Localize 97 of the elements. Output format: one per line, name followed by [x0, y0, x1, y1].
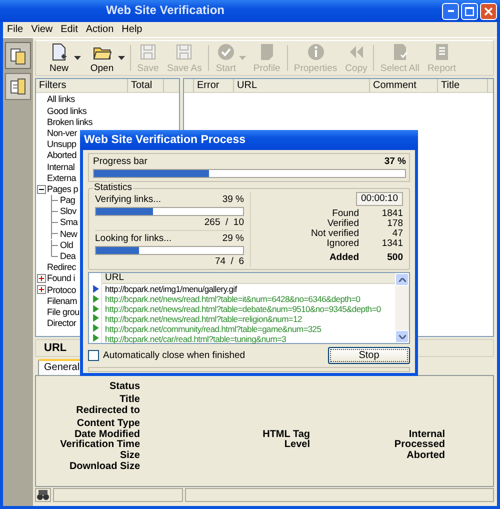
tree-item[interactable]: Filenam	[47, 296, 77, 306]
tree-item[interactable]: Good links	[47, 106, 87, 116]
group-title: Statistics	[93, 183, 134, 193]
menu-item[interactable]: View	[31, 24, 53, 36]
maximize-icon	[465, 6, 474, 16]
tree-item[interactable]: Redirec	[47, 262, 76, 273]
field-label: HTML Tag	[262, 430, 310, 440]
caret-icon[interactable]	[118, 56, 125, 60]
toolbar-button[interactable]: New	[42, 41, 76, 75]
field-label: Download Size	[68, 462, 140, 472]
scrollbar[interactable]	[395, 273, 409, 343]
field-label: Verification Time	[59, 440, 140, 450]
tree-item[interactable]: Protoco	[47, 284, 76, 295]
counter-value: 500	[386, 253, 403, 263]
tree-item[interactable]: Found i	[47, 273, 75, 284]
progress-percent: 37 %	[384, 157, 406, 167]
url-row[interactable]: http://bcpark.net/community/read.html?table=game&num=325	[102, 324, 395, 334]
tree-item[interactable]: Broken links	[47, 116, 92, 128]
stop-button[interactable]: Stop	[328, 347, 410, 364]
field-label: Content Type	[76, 419, 140, 430]
tree-item[interactable]: Old	[60, 240, 74, 250]
maximize-button[interactable]	[461, 2, 478, 20]
tree-item[interactable]: Pag	[60, 195, 76, 206]
tree-item[interactable]: Internal	[47, 162, 75, 172]
expand-icon[interactable]	[37, 274, 46, 284]
counter-value: 178	[386, 219, 403, 229]
tree-item[interactable]: Non-ver	[47, 128, 77, 138]
tree-item[interactable]: Sma	[60, 217, 78, 228]
tree-item[interactable]: Director	[47, 318, 76, 329]
counter-label: Added	[329, 253, 359, 263]
tree-item[interactable]: New	[60, 228, 78, 240]
field-label: Processed	[393, 440, 445, 450]
column-header[interactable]: Error	[194, 79, 234, 92]
url-row[interactable]: http://bcpark.net/news/read.html?table=debate&num=9510&no=9345&depth=0	[102, 304, 395, 314]
pages-icon	[9, 46, 27, 64]
tree-item[interactable]: Slov	[60, 206, 76, 217]
counter-label: Found	[332, 209, 359, 219]
tree-item[interactable]: Unsupp	[47, 139, 76, 150]
tree-item[interactable]: Pages p	[47, 184, 78, 194]
column-header[interactable]: Filters	[36, 79, 128, 92]
sidebar-button[interactable]	[5, 42, 31, 69]
tree-item[interactable]: Aborted	[47, 150, 76, 161]
elapsed-time: 00:00:10	[356, 192, 403, 206]
task-label: Verifying links...	[95, 195, 161, 205]
field-label: Level	[283, 440, 310, 452]
column-header[interactable]: URL	[234, 79, 370, 92]
tree-item[interactable]: All links	[47, 94, 75, 105]
url-row[interactable]: http://bcpark.net/news/read.html?table=religion&num=12	[102, 314, 395, 324]
close-icon	[484, 6, 493, 16]
dialog-title: Web Site Verification Process	[80, 130, 418, 150]
toolbar-button[interactable]: Open	[84, 41, 120, 75]
counter-label: Ignored	[326, 239, 359, 249]
counter-label: Verified	[327, 219, 359, 229]
menu-item[interactable]: Help	[122, 24, 142, 36]
checkbox[interactable]	[88, 350, 99, 361]
column-header[interactable]: Comment	[370, 79, 438, 92]
collapse-icon[interactable]	[37, 184, 46, 194]
column-header[interactable]: URL	[102, 273, 395, 284]
tree-item[interactable]: Externa	[47, 172, 76, 184]
tree-item[interactable]: Dea	[60, 251, 76, 262]
tree-item[interactable]: File grou	[47, 306, 80, 318]
task-percent: 29 %	[222, 234, 244, 244]
counter-label: Not verified	[310, 229, 359, 239]
expand-icon[interactable]	[37, 285, 46, 294]
minimize-icon	[448, 10, 454, 12]
menu-item[interactable]: Action	[86, 24, 114, 36]
counter-value: 47	[391, 229, 403, 239]
progress-label: Progress bar	[93, 157, 148, 167]
menu-item[interactable]: File	[7, 24, 24, 36]
task-percent: 39 %	[222, 195, 244, 205]
close-button[interactable]	[480, 2, 497, 20]
task-label: Looking for links...	[95, 234, 172, 244]
field-label: Status	[108, 382, 140, 392]
minimize-button[interactable]	[442, 2, 459, 20]
caret-icon[interactable]	[74, 56, 81, 60]
task-count: 74 / 6	[214, 256, 244, 267]
url-row[interactable]: http://bcpark.net/img1/menu/gallery.gif	[102, 284, 395, 294]
field-label: Title	[118, 395, 140, 406]
scroll-up-icon[interactable]	[398, 278, 406, 282]
url-row[interactable]: http://bcpark.net/news/read.html?table=it&num=6428&no=6346&depth=0	[102, 294, 395, 304]
panel-icon	[9, 78, 27, 96]
counter-value: 1841	[380, 209, 403, 219]
info-icon	[306, 42, 326, 62]
task-count: 265 / 10	[204, 217, 244, 228]
window-title: Web Site Verification	[105, 4, 226, 18]
menu-item[interactable]: Edit	[60, 24, 78, 36]
field-label: Internal	[408, 430, 445, 440]
scroll-down-icon[interactable]	[398, 334, 406, 338]
column-header[interactable]: Total	[128, 79, 164, 92]
counter-value: 1341	[380, 239, 403, 249]
field-label: Date Modified	[74, 430, 140, 440]
sidebar-button[interactable]	[5, 73, 31, 100]
field-label: Size	[118, 451, 140, 462]
field-label: Aborted	[406, 451, 445, 462]
checkmark-circle-icon	[216, 42, 236, 62]
column-header[interactable]: Title	[438, 79, 488, 92]
field-label: Redirected to	[75, 406, 140, 416]
